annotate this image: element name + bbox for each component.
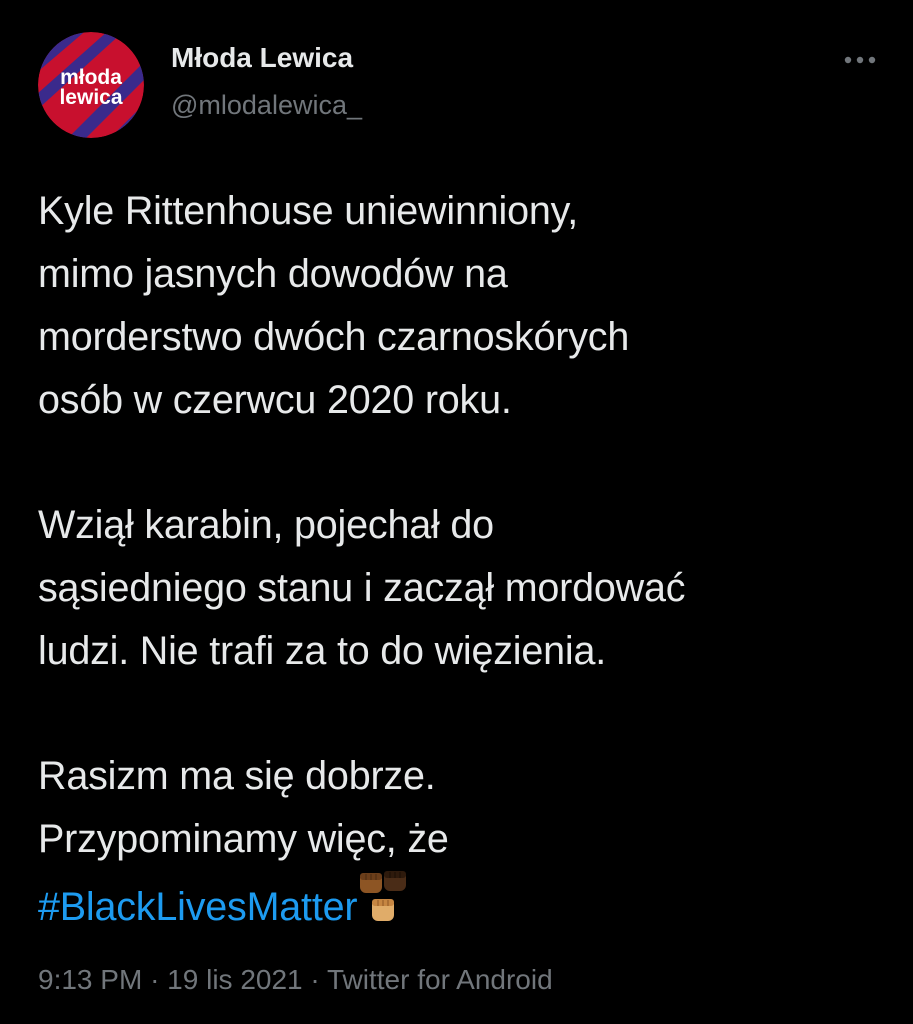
meta-separator: ·	[150, 964, 160, 995]
meta-separator: ·	[310, 964, 320, 995]
tweet-line: Kyle Rittenhouse uniewinniony,	[38, 189, 579, 233]
tweet-meta: 9:13 PM · 19 lis 2021 · Twitter for Andr…	[38, 964, 553, 996]
raised-fists-icon	[358, 869, 410, 946]
tweet-source[interactable]: Twitter for Android	[327, 964, 553, 995]
tweet-line: mimo jasnych dowodów na	[38, 252, 508, 296]
tweet-line: Przypominamy więc, że	[38, 817, 449, 861]
tweet-line: osób w czerwcu 2020 roku.	[38, 378, 512, 422]
tweet-line: morderstwo dwóch czarnoskórych	[38, 315, 630, 359]
tweet-line: ludzi. Nie trafi za to do więzienia.	[38, 629, 607, 673]
tweet-line: Wziął karabin, pojechał do	[38, 503, 494, 547]
tweet-line: sąsiedniego stanu i zaczął mordować	[38, 566, 686, 610]
more-horizontal-icon	[844, 56, 876, 64]
tweet-card: młoda lewica Młoda Lewica @mlodalewica_ …	[0, 0, 913, 1024]
tweet-line-hashtag: #BlackLivesMatter	[38, 871, 898, 934]
user-handle[interactable]: @mlodalewica_	[171, 90, 362, 121]
tweet-text: Kyle Rittenhouse uniewinniony, mimo jasn…	[38, 180, 898, 934]
tweet-line: Rasizm ma się dobrze.	[38, 754, 436, 798]
display-name[interactable]: Młoda Lewica	[171, 42, 353, 74]
avatar[interactable]: młoda lewica	[38, 32, 144, 138]
avatar-logo-text-2: lewica	[59, 86, 122, 109]
more-options-button[interactable]	[838, 40, 882, 80]
tweet-date[interactable]: 19 lis 2021	[167, 964, 302, 995]
mloda-lewica-logo: młoda lewica	[38, 32, 144, 138]
hashtag-link[interactable]: #BlackLivesMatter	[38, 885, 358, 929]
tweet-time[interactable]: 9:13 PM	[38, 964, 142, 995]
